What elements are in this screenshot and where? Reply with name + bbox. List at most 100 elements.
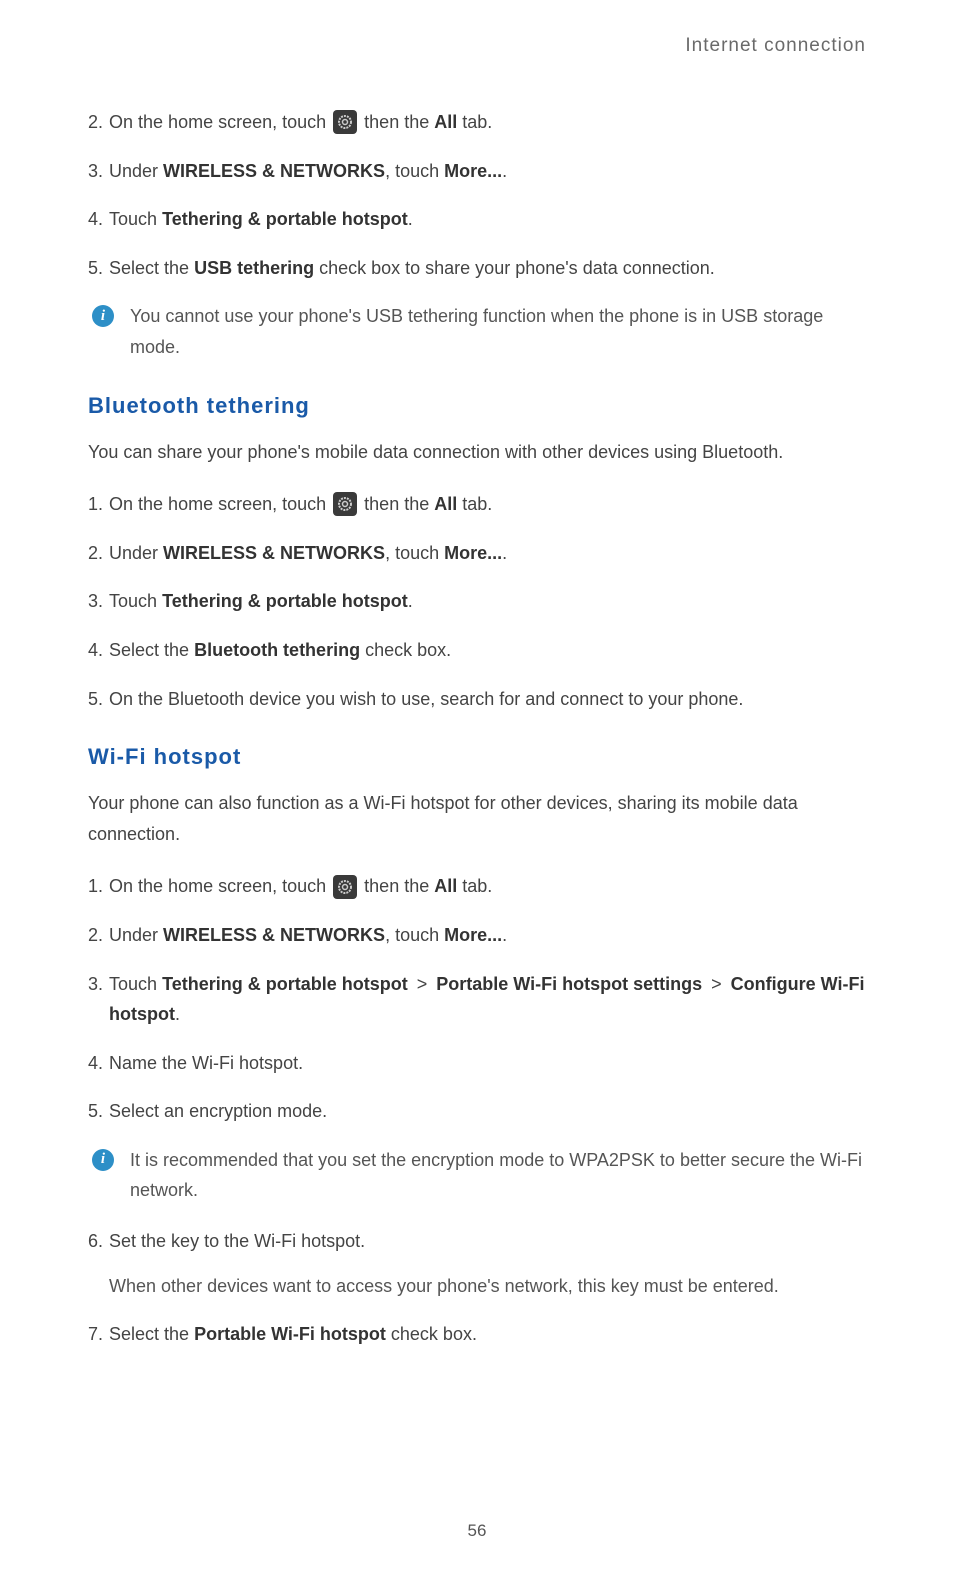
step-text: Touch Tethering & portable hotspot. xyxy=(109,586,866,617)
step-text: Under WIRELESS & NETWORKS, touch More...… xyxy=(109,920,866,951)
page-header: Internet connection xyxy=(88,35,866,57)
text-segment: . xyxy=(175,1004,180,1024)
wifi-step-3: 3. Touch Tethering & portable hotspot > … xyxy=(88,969,866,1030)
wifi-intro: Your phone can also function as a Wi-Fi … xyxy=(88,788,866,849)
step-text: Under WIRELESS & NETWORKS, touch More...… xyxy=(109,538,866,569)
bt-step-2: 2. Under WIRELESS & NETWORKS, touch More… xyxy=(88,538,866,569)
settings-icon xyxy=(333,492,357,516)
text-segment: check box. xyxy=(360,640,451,660)
usb-step-2: 2. On the home screen, touch then the Al… xyxy=(88,107,866,138)
step-number: 5. xyxy=(88,684,103,715)
step-number: 5. xyxy=(88,1096,103,1127)
usb-step-5: 5. Select the USB tethering check box to… xyxy=(88,253,866,284)
step-text: Name the Wi-Fi hotspot. xyxy=(109,1048,866,1079)
bt-step-4: 4. Select the Bluetooth tethering check … xyxy=(88,635,866,666)
wifi-info-note: i It is recommended that you set the enc… xyxy=(88,1145,866,1206)
text-bold: USB tethering xyxy=(194,258,314,278)
wifi-step-6: 6. Set the key to the Wi-Fi hotspot. Whe… xyxy=(88,1226,866,1301)
step-number: 6. xyxy=(88,1226,103,1301)
text-bold: Portable Wi-Fi hotspot xyxy=(194,1324,386,1344)
text-segment: then the xyxy=(364,876,434,896)
info-icon: i xyxy=(92,305,114,327)
bluetooth-intro: You can share your phone's mobile data c… xyxy=(88,437,866,468)
step-text: Select the Portable Wi-Fi hotspot check … xyxy=(109,1319,866,1350)
text-segment: Set the key to the Wi-Fi hotspot. xyxy=(109,1231,365,1251)
usb-step-3: 3. Under WIRELESS & NETWORKS, touch More… xyxy=(88,156,866,187)
text-segment: . xyxy=(502,543,507,563)
step-number: 5. xyxy=(88,253,103,284)
step-text: Under WIRELESS & NETWORKS, touch More...… xyxy=(109,156,866,187)
text-segment: then the xyxy=(364,494,434,514)
step-text: On the home screen, touch then the All t… xyxy=(109,871,866,902)
step-text: On the Bluetooth device you wish to use,… xyxy=(109,684,866,715)
text-segment: Under xyxy=(109,543,163,563)
step-text: Touch Tethering & portable hotspot. xyxy=(109,204,866,235)
text-bold: WIRELESS & NETWORKS xyxy=(163,925,385,945)
bt-step-1: 1. On the home screen, touch then the Al… xyxy=(88,489,866,520)
text-bold: All xyxy=(434,494,457,514)
step-number: 4. xyxy=(88,635,103,666)
text-bold: More... xyxy=(444,161,502,181)
text-bold: WIRELESS & NETWORKS xyxy=(163,543,385,563)
step-number: 3. xyxy=(88,969,103,1030)
text-segment: . xyxy=(408,209,413,229)
text-segment: Select the xyxy=(109,640,194,660)
step-number: 7. xyxy=(88,1319,103,1350)
text-segment: , touch xyxy=(385,161,444,181)
step-text: Set the key to the Wi-Fi hotspot. When o… xyxy=(109,1226,866,1301)
text-segment: then the xyxy=(364,112,434,132)
text-bold: All xyxy=(434,876,457,896)
text-segment: tab. xyxy=(462,876,492,896)
step-number: 2. xyxy=(88,107,103,138)
text-segment: Under xyxy=(109,161,163,181)
text-bold: WIRELESS & NETWORKS xyxy=(163,161,385,181)
text-segment: On the home screen, touch xyxy=(109,876,331,896)
text-bold: Tethering & portable hotspot xyxy=(162,974,408,994)
text-segment: Touch xyxy=(109,209,162,229)
step-text: On the home screen, touch then the All t… xyxy=(109,489,866,520)
step-number: 4. xyxy=(88,204,103,235)
text-bold: All xyxy=(434,112,457,132)
bt-step-3: 3. Touch Tethering & portable hotspot. xyxy=(88,586,866,617)
step-number: 3. xyxy=(88,586,103,617)
text-segment: Touch xyxy=(109,591,162,611)
text-bold: More... xyxy=(444,543,502,563)
usb-info-note: i You cannot use your phone's USB tether… xyxy=(88,301,866,362)
text-segment: , touch xyxy=(385,543,444,563)
wifi-step-5: 5. Select an encryption mode. xyxy=(88,1096,866,1127)
wifi-heading: Wi-Fi hotspot xyxy=(88,744,866,770)
text-bold: Bluetooth tethering xyxy=(194,640,360,660)
separator: > xyxy=(417,974,428,994)
text-segment: Touch xyxy=(109,974,162,994)
page-number: 56 xyxy=(0,1521,954,1541)
step-number: 1. xyxy=(88,871,103,902)
bluetooth-heading: Bluetooth tethering xyxy=(88,393,866,419)
text-segment: . xyxy=(408,591,413,611)
wifi-step-1: 1. On the home screen, touch then the Al… xyxy=(88,871,866,902)
bt-step-5: 5. On the Bluetooth device you wish to u… xyxy=(88,684,866,715)
step-text: Select the Bluetooth tethering check box… xyxy=(109,635,866,666)
text-bold: More... xyxy=(444,925,502,945)
step-number: 4. xyxy=(88,1048,103,1079)
text-bold: Portable Wi-Fi hotspot settings xyxy=(436,974,702,994)
wifi-step-7: 7. Select the Portable Wi-Fi hotspot che… xyxy=(88,1319,866,1350)
text-segment: . xyxy=(502,161,507,181)
step-text: On the home screen, touch then the All t… xyxy=(109,107,866,138)
text-bold: Tethering & portable hotspot xyxy=(162,591,408,611)
wifi-step-2: 2. Under WIRELESS & NETWORKS, touch More… xyxy=(88,920,866,951)
info-icon: i xyxy=(92,1149,114,1171)
text-segment: On the home screen, touch xyxy=(109,112,331,132)
text-segment: Under xyxy=(109,925,163,945)
step-text: Touch Tethering & portable hotspot > Por… xyxy=(109,969,866,1030)
text-segment: . xyxy=(502,925,507,945)
text-segment: tab. xyxy=(462,112,492,132)
settings-icon xyxy=(333,875,357,899)
usb-step-4: 4. Touch Tethering & portable hotspot. xyxy=(88,204,866,235)
text-segment: Select the xyxy=(109,1324,194,1344)
text-segment: tab. xyxy=(462,494,492,514)
info-text: You cannot use your phone's USB tetherin… xyxy=(130,301,866,362)
step-text: Select the USB tethering check box to sh… xyxy=(109,253,866,284)
wifi-step-4: 4. Name the Wi-Fi hotspot. xyxy=(88,1048,866,1079)
text-segment: , touch xyxy=(385,925,444,945)
text-segment: check box. xyxy=(386,1324,477,1344)
